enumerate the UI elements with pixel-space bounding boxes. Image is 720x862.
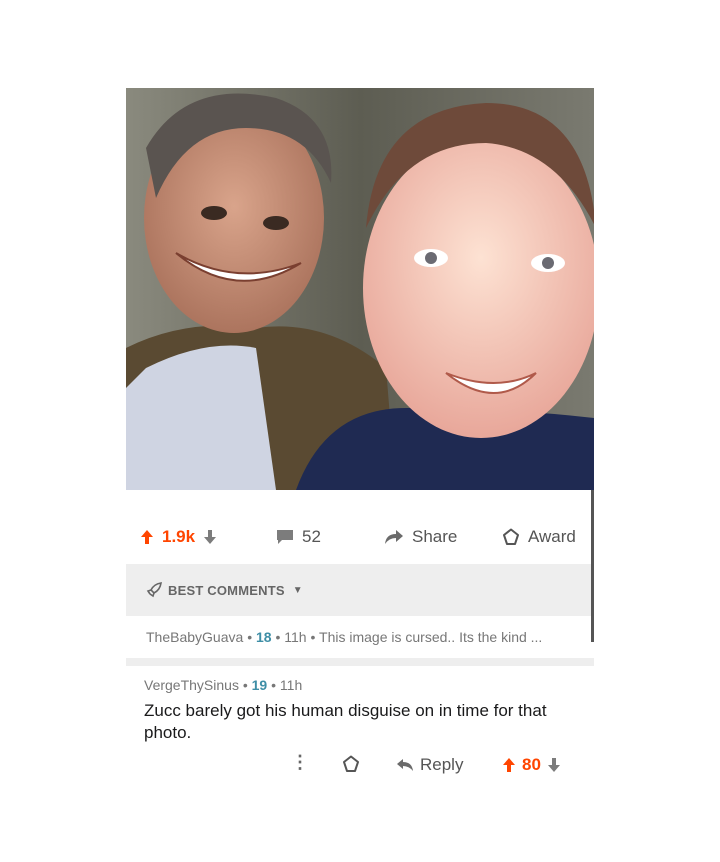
comment-author[interactable]: VergeThySinus — [144, 677, 239, 693]
selfie-photo — [126, 88, 594, 490]
meta-separator: • — [271, 677, 280, 693]
caret-down-icon: ▼ — [292, 584, 303, 596]
award-button[interactable]: Award — [502, 527, 576, 547]
reply-button[interactable]: Reply — [396, 755, 463, 775]
comment-bubble-icon — [277, 530, 293, 544]
meta-separator: • — [247, 629, 256, 645]
screenshot-page: 1.9k 52 Share Award BEST COMMENTS ▼ TheB… — [0, 0, 720, 862]
comment-score: 18 — [255, 629, 272, 645]
reply-arrow-icon — [397, 759, 413, 771]
comment-divider — [126, 658, 594, 666]
upvote-arrow-icon[interactable] — [140, 529, 154, 545]
scrollbar[interactable] — [591, 490, 594, 642]
share-arrow-icon — [385, 530, 403, 544]
reply-label: Reply — [420, 755, 464, 774]
upvote-arrow-icon[interactable] — [502, 757, 516, 773]
more-vertical-icon[interactable]: ⋮ — [291, 752, 309, 773]
expanded-comment: VergeThySinus • 19 • 11h Zucc barely got… — [126, 666, 594, 790]
comment-preview: This image is cursed.. Its the kind ... — [319, 629, 543, 645]
post-image[interactable] — [126, 88, 594, 490]
comment-age: 11h — [284, 629, 307, 645]
comment-sort-bar[interactable]: BEST COMMENTS ▼ — [126, 564, 594, 616]
downvote-arrow-icon[interactable] — [203, 529, 217, 545]
comment-body: Zucc barely got his human disguise on in… — [144, 701, 547, 742]
sort-label: BEST COMMENTS — [168, 582, 285, 598]
award-icon — [503, 528, 519, 545]
comment-award-button[interactable] — [342, 755, 360, 773]
meta-separator: • — [310, 629, 320, 645]
collapsed-comment[interactable]: TheBabyGuava • 18 • 11h • This image is … — [126, 616, 594, 658]
share-button[interactable]: Share — [384, 527, 457, 547]
comments-button[interactable]: 52 — [276, 527, 321, 547]
comment-count: 52 — [302, 527, 321, 546]
post-action-bar: 1.9k 52 Share Award — [126, 516, 594, 560]
rocket-icon — [146, 582, 162, 598]
comment-vote-count: 80 — [522, 755, 541, 774]
meta-separator: • — [242, 677, 252, 693]
comment-author[interactable]: TheBabyGuava — [146, 629, 243, 645]
award-icon — [343, 755, 359, 772]
comment-vote-controls: 80 — [502, 755, 561, 775]
comment-meta: VergeThySinus • 19 • 11h — [144, 677, 302, 693]
post-vote-controls: 1.9k — [140, 527, 217, 547]
comment-score: 19 — [251, 677, 268, 693]
comment-age: 11h — [279, 677, 303, 693]
comment-action-bar: ⋮ Reply 80 — [126, 752, 594, 780]
post-upvote-count: 1.9k — [162, 527, 196, 546]
award-label: Award — [528, 527, 576, 546]
meta-separator: • — [275, 629, 285, 645]
share-label: Share — [412, 527, 458, 546]
downvote-arrow-icon[interactable] — [547, 757, 561, 773]
